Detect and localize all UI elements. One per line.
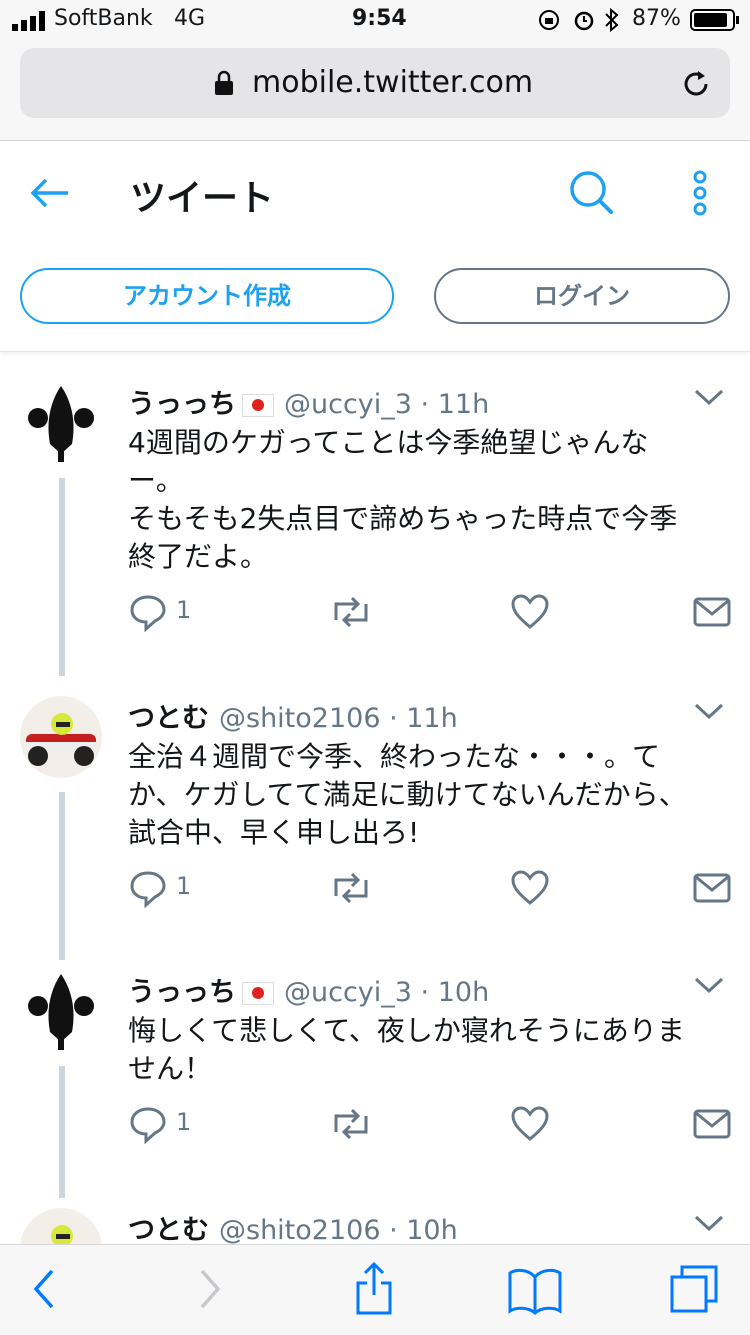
- more-options-icon[interactable]: [690, 169, 710, 217]
- browser-forward-icon[interactable]: [196, 1267, 224, 1311]
- display-name[interactable]: つとむ: [128, 703, 209, 734]
- tweet-header: うっっち @uccyi_3 · 11h: [128, 389, 490, 420]
- orientation-lock-icon: [539, 10, 559, 30]
- reload-icon[interactable]: [680, 68, 712, 100]
- display-name[interactable]: うっっち: [128, 389, 236, 420]
- tabs-icon[interactable]: [668, 1263, 720, 1315]
- timestamp[interactable]: 11h: [406, 703, 457, 734]
- lock-icon: [215, 70, 233, 95]
- tweet-actions: 1: [128, 868, 732, 909]
- address-bar[interactable]: mobile.twitter.com: [20, 48, 730, 118]
- browser-back-icon[interactable]: [30, 1267, 58, 1311]
- tweet-header: うっっち @uccyi_3 · 10h: [128, 977, 490, 1008]
- racing-car-avatar: [26, 713, 96, 766]
- tweet-text: 全治４週間で今季、終わったな・・・。て か、ケガしてて満足に動けてないんだから、…: [128, 740, 687, 849]
- like-button[interactable]: [510, 868, 550, 908]
- tweet[interactable]: うっっち @uccyi_3 · 10h 悔しくて悲しくて、夜しか寝れそうにありま …: [0, 958, 750, 1198]
- reply-button[interactable]: 1: [128, 592, 191, 633]
- status-bar: SoftBank 4G 9:54 87%: [0, 0, 750, 40]
- family-crest-avatar: [28, 386, 94, 462]
- japan-flag-icon: [242, 394, 274, 417]
- reply-button[interactable]: 1: [128, 1104, 191, 1145]
- tweet[interactable]: つとむ @shito2106 · 10h: [0, 1196, 750, 1244]
- user-handle[interactable]: @uccyi_3: [284, 977, 412, 1008]
- family-crest-avatar: [28, 974, 94, 1050]
- tweet[interactable]: うっっち @uccyi_3 · 11h 4週間のケガってことは今季絶望じゃんな ー…: [0, 370, 750, 676]
- reply-icon: [130, 1107, 166, 1145]
- avatar[interactable]: [20, 696, 102, 778]
- retweet-button[interactable]: [328, 592, 374, 632]
- page-title: ツイート: [130, 178, 275, 219]
- tweet-actions: 1: [128, 592, 732, 633]
- chevron-down-icon[interactable]: [694, 1214, 724, 1232]
- browser-chrome: mobile.twitter.com: [0, 40, 750, 141]
- like-button[interactable]: [510, 592, 550, 632]
- reply-icon: [130, 595, 166, 633]
- timestamp[interactable]: 10h: [438, 977, 489, 1008]
- envelope-icon: [693, 1109, 731, 1139]
- browser-toolbar: [0, 1244, 750, 1335]
- envelope-icon: [693, 597, 731, 627]
- heart-icon: [511, 870, 549, 905]
- avatar[interactable]: [20, 382, 102, 464]
- tweet-actions: 1: [128, 1104, 732, 1145]
- japan-flag-icon: [242, 982, 274, 1005]
- direct-message-button[interactable]: [692, 868, 732, 908]
- network-label: 4G: [174, 6, 206, 31]
- alarm-icon: [574, 11, 594, 31]
- heart-icon: [511, 594, 549, 629]
- reply-count: 1: [176, 596, 192, 624]
- heart-icon: [511, 1106, 549, 1141]
- url-text: mobile.twitter.com: [252, 65, 534, 100]
- carrier-label: SoftBank: [54, 6, 153, 31]
- thread-line: [59, 792, 65, 960]
- retweet-button[interactable]: [328, 1104, 374, 1144]
- chevron-down-icon[interactable]: [694, 388, 724, 406]
- retweet-icon: [334, 872, 368, 904]
- tweet-header: つとむ @shito2106 · 10h: [128, 1215, 458, 1244]
- reply-count: 1: [176, 872, 192, 900]
- user-handle[interactable]: @shito2106: [219, 703, 381, 734]
- tweet[interactable]: つとむ @shito2106 · 11h 全治４週間で今季、終わったな・・・。て …: [0, 684, 750, 960]
- envelope-icon: [693, 873, 731, 903]
- reply-count: 1: [176, 1108, 192, 1136]
- clock: 9:54: [352, 6, 407, 31]
- battery-percent: 87%: [632, 6, 681, 31]
- reply-icon: [130, 871, 166, 909]
- retweet-icon: [334, 596, 368, 628]
- chevron-down-icon[interactable]: [694, 976, 724, 994]
- avatar[interactable]: [20, 970, 102, 1052]
- twitter-header: ツイート アカウント作成 ログイン: [0, 141, 750, 352]
- thread-line: [59, 1066, 65, 1198]
- retweet-icon: [334, 1108, 368, 1140]
- search-icon[interactable]: [568, 169, 614, 215]
- timestamp[interactable]: 11h: [438, 389, 489, 420]
- retweet-button[interactable]: [328, 868, 374, 908]
- avatar[interactable]: [20, 1208, 102, 1244]
- display-name[interactable]: うっっち: [128, 977, 236, 1008]
- login-button[interactable]: ログイン: [434, 268, 730, 324]
- battery-icon: [690, 9, 739, 31]
- like-button[interactable]: [510, 1104, 550, 1144]
- signal-icon: [12, 11, 45, 31]
- thread-line: [59, 478, 65, 676]
- tweet-text: 4週間のケガってことは今季絶望じゃんな ー。 そもそも2失点目で諦めちゃった時点…: [128, 426, 678, 573]
- direct-message-button[interactable]: [692, 1104, 732, 1144]
- racing-car-avatar: [51, 1225, 73, 1244]
- create-account-button[interactable]: アカウント作成: [20, 268, 394, 324]
- bookmarks-icon[interactable]: [508, 1265, 562, 1315]
- bluetooth-icon: [605, 8, 619, 32]
- display-name[interactable]: つとむ: [128, 1215, 209, 1244]
- back-arrow-icon[interactable]: [30, 177, 70, 209]
- chevron-down-icon[interactable]: [694, 702, 724, 720]
- direct-message-button[interactable]: [692, 592, 732, 632]
- timestamp[interactable]: 10h: [406, 1215, 457, 1244]
- tweet-header: つとむ @shito2106 · 11h: [128, 703, 458, 734]
- user-handle[interactable]: @shito2106: [219, 1215, 381, 1244]
- user-handle[interactable]: @uccyi_3: [284, 389, 412, 420]
- tweet-text: 悔しくて悲しくて、夜しか寝れそうにありま せん！: [128, 1014, 685, 1085]
- reply-button[interactable]: 1: [128, 868, 191, 909]
- share-icon[interactable]: [354, 1261, 394, 1317]
